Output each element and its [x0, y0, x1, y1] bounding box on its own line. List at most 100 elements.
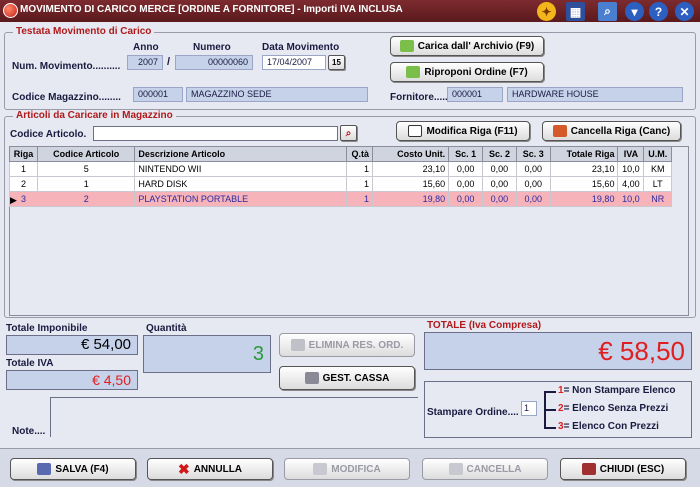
edit-icon	[408, 125, 423, 137]
col-codice[interactable]: Codice Articolo	[37, 146, 136, 162]
delete-order-icon	[290, 339, 305, 351]
col-sc1[interactable]: Sc. 1	[448, 146, 484, 162]
gest-cassa-label: GEST. CASSA	[322, 372, 390, 384]
cell-riga: 2	[8, 176, 39, 192]
modifica-button[interactable]: MODIFICA	[284, 458, 410, 480]
search-icon[interactable]: ⌕	[598, 2, 617, 21]
cell-totale: 15,60	[549, 176, 619, 192]
col-descrizione[interactable]: Descrizione Articolo	[134, 146, 348, 162]
option-text: = Elenco Senza Prezzi	[563, 403, 669, 414]
stampare-ordine-field[interactable]: 1	[521, 401, 537, 416]
salva-label: SALVA (F4)	[55, 463, 109, 475]
col-sc2[interactable]: Sc. 2	[482, 146, 517, 162]
totale-iva-label: Totale IVA	[6, 358, 54, 369]
header-group-title: Testata Movimento di Carico	[13, 26, 155, 37]
calculator-icon[interactable]: ▦	[566, 2, 585, 21]
carica-archivio-label: Carica dall' Archivio (F9)	[417, 40, 535, 52]
anno-field[interactable]: 2007	[127, 55, 163, 70]
separator: /	[167, 56, 171, 68]
cell-iva: 4,00	[617, 176, 645, 192]
totale-iva-compresa-label: TOTALE (Iva Compresa)	[427, 320, 542, 331]
col-um[interactable]: U.M.	[643, 146, 672, 162]
cell-sc2: 0,00	[482, 191, 517, 207]
fornitore-label: Fornitore......	[390, 92, 451, 103]
cell-qta: 1	[346, 191, 373, 207]
folder-refresh-icon	[406, 66, 421, 78]
fornitore-desc-field: HARDWARE HOUSE	[507, 87, 683, 102]
col-riga[interactable]: Riga	[8, 146, 39, 162]
table-row[interactable]: 2 1 HARD DISK 1 15,60 0,00 0,00 0,00 15,…	[8, 176, 672, 192]
magazzino-desc-field: MAGAZZINO SEDE	[186, 87, 368, 102]
compass-icon[interactable]: ✦	[537, 2, 556, 21]
cell-um: LT	[643, 176, 672, 192]
carica-archivio-button[interactable]: Carica dall' Archivio (F9)	[390, 36, 544, 56]
table-row-selected[interactable]: 3 2 PLAYSTATION PORTABLE 1 19,80 0,00 0,…	[8, 191, 672, 207]
cell-sc1: 0,00	[448, 176, 484, 192]
chiudi-button[interactable]: CHIUDI (ESC)	[560, 458, 686, 480]
eraser-icon	[552, 125, 567, 137]
cell-sc3: 0,00	[515, 161, 551, 177]
cell-codice: 2	[37, 191, 136, 207]
cancella-riga-button[interactable]: Cancella Riga (Canc)	[542, 121, 681, 141]
option-text: = Elenco Con Prezzi	[563, 421, 659, 432]
col-qta[interactable]: Q.tà	[346, 146, 373, 162]
cancella-button[interactable]: CANCELLA	[422, 458, 548, 480]
cell-descrizione: PLAYSTATION PORTABLE	[134, 191, 348, 207]
bracket-tick	[544, 391, 556, 393]
cell-sc3: 0,00	[515, 191, 551, 207]
fornitore-code-field[interactable]: 000001	[447, 87, 503, 102]
modifica-riga-button[interactable]: Modifica Riga (F11)	[396, 121, 530, 141]
codice-articolo-label: Codice Articolo.	[10, 129, 87, 140]
cell-sc1: 0,00	[448, 191, 484, 207]
cell-riga: 1	[8, 161, 39, 177]
data-movimento-label: Data Movimento	[262, 42, 340, 53]
modifica-riga-label: Modifica Riga (F11)	[426, 125, 518, 137]
articles-table: Riga Codice Articolo Descrizione Articol…	[8, 146, 672, 207]
cell-um: NR	[643, 191, 672, 207]
option-text: = Non Stampare Elenco	[563, 385, 676, 396]
cell-um: KM	[643, 161, 672, 177]
calendar-button[interactable]: 15	[328, 55, 345, 70]
cell-costo: 23,10	[371, 161, 450, 177]
close-icon[interactable]: ✕	[675, 2, 694, 21]
note-area[interactable]	[50, 397, 418, 437]
col-sc3[interactable]: Sc. 3	[515, 146, 551, 162]
totale-iva-compresa-value: € 58,50	[424, 332, 692, 370]
table-row[interactable]: 1 5 NINTENDO WII 1 23,10 0,00 0,00 0,00 …	[8, 161, 672, 177]
elimina-res-ord-button[interactable]: ELIMINA RES. ORD.	[279, 333, 415, 357]
anno-label: Anno	[133, 42, 159, 53]
codice-articolo-input[interactable]	[93, 126, 338, 141]
col-costo[interactable]: Costo Unit.	[371, 146, 450, 162]
folder-add-icon	[399, 40, 414, 52]
minimize-icon[interactable]: ▾	[625, 2, 644, 21]
data-movimento-field[interactable]: 17/04/2007	[262, 55, 326, 70]
col-totale[interactable]: Totale Riga	[549, 146, 619, 162]
riproponi-ordine-button[interactable]: Riproponi Ordine (F7)	[390, 62, 544, 82]
print-option-2: 2= Elenco Senza Prezzi	[558, 403, 668, 414]
annulla-button[interactable]: ✖ ANNULLA	[147, 458, 273, 480]
cell-descrizione: NINTENDO WII	[134, 161, 348, 177]
col-iva[interactable]: IVA	[617, 146, 645, 162]
search-articolo-button[interactable]: ⌕	[340, 125, 357, 141]
totale-iva-value: € 4,50	[6, 370, 138, 390]
cancella-label: CANCELLA	[466, 463, 522, 475]
salva-button[interactable]: SALVA (F4)	[10, 458, 136, 480]
cell-codice: 1	[37, 176, 136, 192]
totale-imponibile-label: Totale Imponibile	[6, 323, 88, 334]
cancel-x-icon: ✖	[177, 460, 190, 477]
cell-totale: 23,10	[549, 161, 619, 177]
cell-sc1: 0,00	[448, 161, 484, 177]
cash-register-icon	[304, 372, 319, 384]
cell-sc3: 0,00	[515, 176, 551, 192]
print-option-3: 3= Elenco Con Prezzi	[558, 421, 659, 432]
title-bar: MOVIMENTO DI CARICO MERCE [ORDINE A FORN…	[0, 0, 700, 22]
codice-magazzino-field[interactable]: 000001	[133, 87, 183, 102]
numero-field[interactable]: 00000060	[175, 55, 253, 70]
print-option-1: 1= Non Stampare Elenco	[558, 385, 676, 396]
help-icon[interactable]: ?	[649, 2, 668, 21]
window-title: MOVIMENTO DI CARICO MERCE [ORDINE A FORN…	[20, 4, 403, 15]
gest-cassa-button[interactable]: GEST. CASSA	[279, 366, 415, 390]
cell-qta: 1	[346, 161, 373, 177]
stampare-ordine-label: Stampare Ordine....	[427, 407, 519, 418]
row-pointer-icon: ▶	[10, 195, 17, 205]
